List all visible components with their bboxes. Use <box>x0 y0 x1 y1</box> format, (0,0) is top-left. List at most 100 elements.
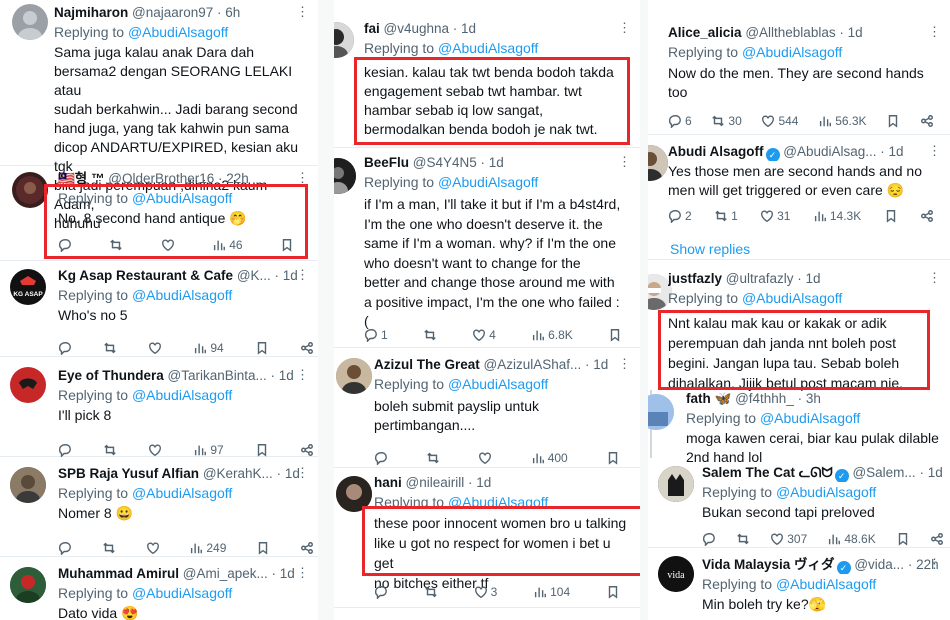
share-icon[interactable] <box>920 114 934 128</box>
like-icon[interactable]: 307 <box>770 532 807 546</box>
share-icon[interactable] <box>930 532 944 546</box>
like-icon[interactable] <box>478 451 492 465</box>
avatar[interactable] <box>12 172 48 208</box>
author-handle[interactable]: @Alltheblablas <box>745 25 835 40</box>
views-count[interactable]: 97 <box>193 443 224 457</box>
author-handle[interactable]: @v4ughna <box>384 21 450 36</box>
mention-link[interactable]: @AbudiAlsagoff <box>776 576 876 592</box>
tweet[interactable]: Salem The Cat ᓚᘏᗢ ✓ @Salem... · 1d Replyi… <box>648 458 950 548</box>
avatar[interactable] <box>648 145 668 181</box>
bookmark-icon[interactable] <box>886 114 900 128</box>
tweet[interactable]: KG ASAP Kg Asap Restaurant & Cafe @K... … <box>0 261 318 357</box>
author-name[interactable]: Kg Asap Restaurant & Cafe <box>58 268 233 283</box>
bookmark-icon[interactable] <box>606 451 620 465</box>
bookmark-icon[interactable] <box>884 209 898 223</box>
mention-link[interactable]: @AbudiAlsagoff <box>760 410 860 426</box>
avatar[interactable] <box>336 358 372 394</box>
views-count[interactable]: 249 <box>189 541 226 555</box>
tweet[interactable]: SPB Raja Yusuf Alfian @KerahK... · 1d ⋮ … <box>0 457 318 557</box>
more-options-icon[interactable]: ⋮ <box>928 270 942 286</box>
tweet[interactable]: Azizul The Great @AzizulAShaf... · 1d ⋮ … <box>334 348 640 468</box>
more-options-icon[interactable]: ⋮ <box>618 20 632 36</box>
author-name[interactable]: Salem The Cat ᓚᘏᗢ <box>702 465 833 480</box>
timestamp[interactable]: 1d <box>280 566 295 581</box>
author-name[interactable]: Eye of Thundera <box>58 368 164 383</box>
author-handle[interactable]: @AbudiAlsag... <box>783 144 876 159</box>
author-handle[interactable]: @najaaron97 <box>132 5 213 20</box>
reply-icon[interactable] <box>374 585 388 599</box>
author-handle[interactable]: @Ami_apek... <box>183 566 268 581</box>
more-options-icon[interactable]: ⋮ <box>928 24 942 40</box>
tweet[interactable]: fai @v4ughna · 1d ⋮ Replying to @AbudiAl… <box>334 0 640 148</box>
more-options-icon[interactable]: ⋮ <box>618 356 632 372</box>
timestamp[interactable]: 1d <box>476 475 491 490</box>
like-icon[interactable] <box>148 443 162 457</box>
avatar[interactable] <box>10 467 46 503</box>
retweet-icon[interactable] <box>426 451 440 465</box>
share-icon[interactable] <box>920 209 934 223</box>
author-handle[interactable]: @S4Y4N5 <box>413 155 477 170</box>
author-name[interactable]: hani <box>374 475 402 490</box>
mention-link[interactable]: @AbudiAlsagoff <box>132 585 232 601</box>
more-options-icon[interactable]: ⋮ <box>928 143 942 159</box>
retweet-icon[interactable] <box>103 443 117 457</box>
author-handle[interactable]: @f4thhh_ <box>735 391 794 406</box>
views-count[interactable]: 48.6K <box>827 532 876 546</box>
more-options-icon[interactable]: ⋮ <box>296 465 310 481</box>
reply-icon[interactable]: 6 <box>668 114 692 128</box>
tweet[interactable]: Najmiharon @najaaron97 · 6h ⋮ Replying t… <box>0 0 318 231</box>
timestamp[interactable]: 1d <box>889 144 904 159</box>
avatar[interactable] <box>10 367 46 403</box>
bookmark-icon[interactable] <box>255 443 269 457</box>
more-options-icon[interactable]: ⋮ <box>618 154 632 170</box>
tweet[interactable]: hani @nileairill · 1d Replying to @Abudi… <box>334 468 640 608</box>
author-handle[interactable]: @KerahK... <box>203 466 273 481</box>
timestamp[interactable]: 1d <box>461 21 476 36</box>
avatar[interactable] <box>658 466 694 502</box>
author-name[interactable]: Muhammad Amirul <box>58 566 179 581</box>
author-handle[interactable]: @AzizulAShaf... <box>484 357 582 372</box>
tweet[interactable]: 🇲🇾형 ™ @OlderBrother16 · 22h ⋮ Replying t… <box>0 166 318 261</box>
bookmark-icon[interactable] <box>255 341 269 355</box>
author-name[interactable]: fath 🦋 <box>686 391 731 406</box>
views-count[interactable]: 56.3K <box>818 114 867 128</box>
reply-icon[interactable] <box>58 341 72 355</box>
timestamp[interactable]: 1d <box>593 357 608 372</box>
tweet[interactable]: fath 🦋 @f4thhh_ · 3h Replying to @AbudiA… <box>648 390 950 465</box>
reply-icon[interactable] <box>702 532 716 546</box>
timestamp[interactable]: 1d <box>848 25 863 40</box>
author-handle[interactable]: @Salem... <box>852 465 915 480</box>
timestamp[interactable]: 6h <box>225 5 240 20</box>
more-options-icon[interactable]: ⋮ <box>296 267 310 283</box>
retweet-icon[interactable] <box>736 532 750 546</box>
like-icon[interactable]: 31 <box>760 209 790 223</box>
views-count[interactable]: 94 <box>193 341 224 355</box>
author-handle[interactable]: @nileairill <box>406 475 465 490</box>
retweet-icon[interactable]: 1 <box>714 209 738 223</box>
avatar[interactable] <box>10 567 46 603</box>
author-name[interactable]: SPB Raja Yusuf Alfian <box>58 466 199 481</box>
author-name[interactable]: BeeFlu <box>364 155 409 170</box>
like-icon[interactable]: 3 <box>474 585 497 599</box>
mention-link[interactable]: @AbudiAlsagoff <box>438 174 538 190</box>
tweet[interactable]: Abudi Alsagoff ✓ @AbudiAlsag... · 1d ⋮ Ye… <box>648 135 950 260</box>
bookmark-icon[interactable] <box>256 541 270 555</box>
tweet[interactable]: vida Vida Malaysia ヴィダ ✓ @vida... · 22h ⋮… <box>648 548 950 620</box>
avatar[interactable] <box>334 22 354 58</box>
like-icon[interactable] <box>148 341 162 355</box>
retweet-icon[interactable]: 30 <box>711 114 742 128</box>
tweet[interactable]: BeeFlu @S4Y4N5 · 1d ⋮ Replying to @Abudi… <box>334 148 640 348</box>
timestamp[interactable]: 1d <box>806 271 821 286</box>
retweet-icon[interactable] <box>103 341 117 355</box>
mention-link[interactable]: @AbudiAlsagoff <box>448 376 548 392</box>
reply-icon[interactable] <box>58 541 72 555</box>
author-name[interactable]: Vida Malaysia ヴィダ <box>702 557 835 572</box>
mention-link[interactable]: @AbudiAlsagoff <box>132 387 232 403</box>
mention-link[interactable]: @AbudiAlsagoff <box>128 24 228 40</box>
more-options-icon[interactable]: ⋮ <box>296 565 310 581</box>
author-handle[interactable]: @vida... <box>854 557 904 572</box>
author-name[interactable]: Najmiharon <box>54 5 128 20</box>
views-count[interactable]: 400 <box>531 451 568 465</box>
retweet-icon[interactable] <box>424 585 438 599</box>
avatar[interactable] <box>12 4 48 40</box>
